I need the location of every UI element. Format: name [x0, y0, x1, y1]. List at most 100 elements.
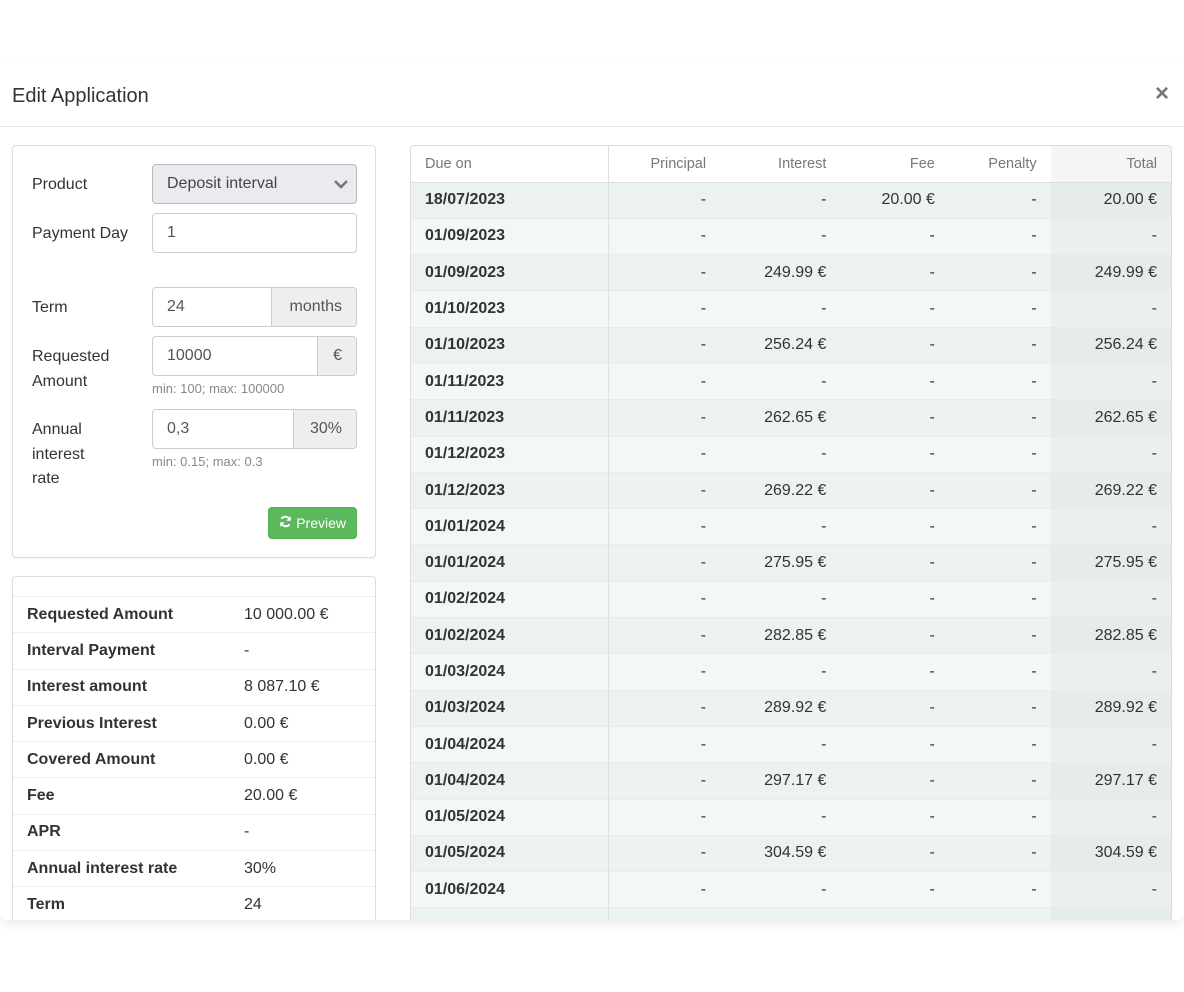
requested-amount-field[interactable]: €	[152, 336, 357, 376]
term-unit-addon: months	[271, 288, 356, 326]
cell-interest: 269.22 €	[720, 471, 841, 509]
requested-amount-help: min: 100; max: 100000	[152, 381, 285, 396]
cell-interest: -	[720, 653, 841, 691]
cell-fee: -	[840, 580, 949, 618]
cell-penalty: -	[948, 653, 1051, 691]
annual-interest-rate-field[interactable]: 30%	[152, 409, 357, 449]
cell-total: 275.95 €	[1050, 544, 1171, 582]
summary-value: 10 000.00 €	[244, 595, 375, 633]
cell-fee: -	[840, 471, 949, 509]
cell-fee: -	[840, 689, 949, 727]
schedule-row: 01/11/2023-262.65 € - -262.65 €	[411, 399, 1171, 437]
cell-fee: 20.00 €	[840, 181, 949, 219]
cell-interest: -	[720, 435, 841, 473]
cell-fee: -	[840, 399, 949, 437]
cell-interest	[720, 907, 841, 920]
close-icon: ×	[1154, 80, 1169, 107]
edit-application-modal: Edit Application × Product Deposit inter…	[0, 62, 1184, 920]
cell-total: 249.99 €	[1050, 254, 1171, 291]
cell-penalty: -	[948, 834, 1051, 872]
cell-total: -	[1050, 362, 1171, 400]
summary-label: Interval Payment	[13, 632, 244, 670]
cell-due-on: 01/11/2023	[411, 399, 609, 437]
schedule-row: 01/12/2023- - - - -	[411, 435, 1171, 473]
column-header-fee[interactable]: Fee	[840, 146, 949, 183]
cell-penalty: -	[948, 326, 1051, 364]
application-form-panel: Product Deposit interval Payment Day Ter…	[12, 145, 376, 558]
cell-due-on: 01/06/2024	[411, 871, 609, 908]
cell-total: -	[1050, 290, 1171, 328]
product-label: Product	[32, 176, 88, 193]
cell-penalty: -	[948, 362, 1051, 400]
cell-principal: -	[608, 217, 721, 255]
cell-due-on: 01/01/2024	[411, 544, 609, 582]
column-header-interest[interactable]: Interest	[720, 146, 841, 183]
cell-due-on: 01/03/2024	[411, 653, 609, 691]
cell-principal: -	[608, 689, 721, 727]
summary-row: APR -	[13, 813, 375, 851]
summary-row: Annual interest rate 30%	[13, 850, 375, 887]
cell-fee: -	[840, 725, 949, 763]
cell-penalty: -	[948, 725, 1051, 763]
annual-interest-rate-input[interactable]	[153, 410, 293, 448]
schedule-row: 01/05/2024- - - - -	[411, 798, 1171, 836]
term-field[interactable]: months	[152, 287, 357, 327]
annual-interest-rate-label: Annual interest rate	[32, 421, 85, 487]
cell-total: 297.17 €	[1050, 762, 1171, 800]
summary-row: Interest amount 8 087.10 €	[13, 668, 375, 706]
term-input[interactable]	[153, 288, 271, 326]
cell-principal: -	[608, 871, 721, 908]
preview-button[interactable]: Preview	[268, 507, 357, 539]
cell-interest: 304.59 €	[720, 834, 841, 872]
product-select[interactable]: Deposit interval	[152, 164, 357, 204]
chevron-down-icon	[326, 165, 356, 203]
cell-penalty	[948, 907, 1051, 920]
cell-total: -	[1050, 653, 1171, 691]
term-label: Term	[32, 299, 68, 316]
schedule-header-row: Due on Principal Interest Fee Penalty To…	[411, 146, 1171, 183]
payment-day-field[interactable]	[152, 213, 357, 253]
requested-amount-input[interactable]	[153, 337, 317, 375]
cell-interest: 249.99 €	[720, 254, 841, 291]
summary-label: Requested Amount	[13, 595, 244, 633]
cell-principal: -	[608, 435, 721, 473]
schedule-row: 01/09/2023-249.99 € - -249.99 €	[411, 254, 1171, 291]
cell-due-on: 01/05/2024	[411, 798, 609, 836]
summary-value: 0.00 €	[244, 704, 375, 742]
summary-row: Covered Amount 0.00 €	[13, 741, 375, 778]
summary-value: -	[244, 813, 375, 851]
cell-interest: -	[720, 725, 841, 763]
summary-table: Requested Amount 10 000.00 € Interval Paym…	[13, 595, 375, 920]
cell-interest: -	[720, 181, 841, 219]
cell-principal: -	[608, 326, 721, 364]
cell-due-on: 01/09/2023	[411, 254, 609, 291]
cell-fee: -	[840, 435, 949, 473]
cell-principal: -	[608, 834, 721, 872]
cell-due-on	[411, 907, 609, 920]
cell-principal: -	[608, 725, 721, 763]
cell-interest: -	[720, 871, 841, 908]
cell-principal: -	[608, 798, 721, 836]
summary-row: Fee 20.00 €	[13, 777, 375, 815]
schedule-row: 01/01/2024-275.95 € - -275.95 €	[411, 544, 1171, 582]
summary-value: 0.00 €	[244, 741, 375, 778]
summary-row: Previous Interest 0.00 €	[13, 704, 375, 742]
cell-fee: -	[840, 217, 949, 255]
currency-addon: €	[317, 337, 356, 375]
cell-principal: -	[608, 762, 721, 800]
column-header-principal[interactable]: Principal	[608, 146, 721, 183]
cell-due-on: 01/11/2023	[411, 362, 609, 400]
cell-total: -	[1050, 435, 1171, 473]
column-header-penalty[interactable]: Penalty	[948, 146, 1051, 183]
modal-header: Edit Application ×	[0, 62, 1184, 127]
column-header-due-on[interactable]: Due on	[411, 146, 609, 183]
payment-day-input[interactable]	[153, 214, 356, 252]
column-header-total[interactable]: Total	[1050, 146, 1171, 183]
cell-fee: -	[840, 508, 949, 545]
close-button[interactable]: ×	[1152, 82, 1172, 106]
cell-penalty: -	[948, 762, 1051, 800]
cell-fee: -	[840, 362, 949, 400]
cell-total: 262.65 €	[1050, 399, 1171, 437]
cell-fee: -	[840, 254, 949, 291]
cell-fee	[840, 907, 949, 920]
